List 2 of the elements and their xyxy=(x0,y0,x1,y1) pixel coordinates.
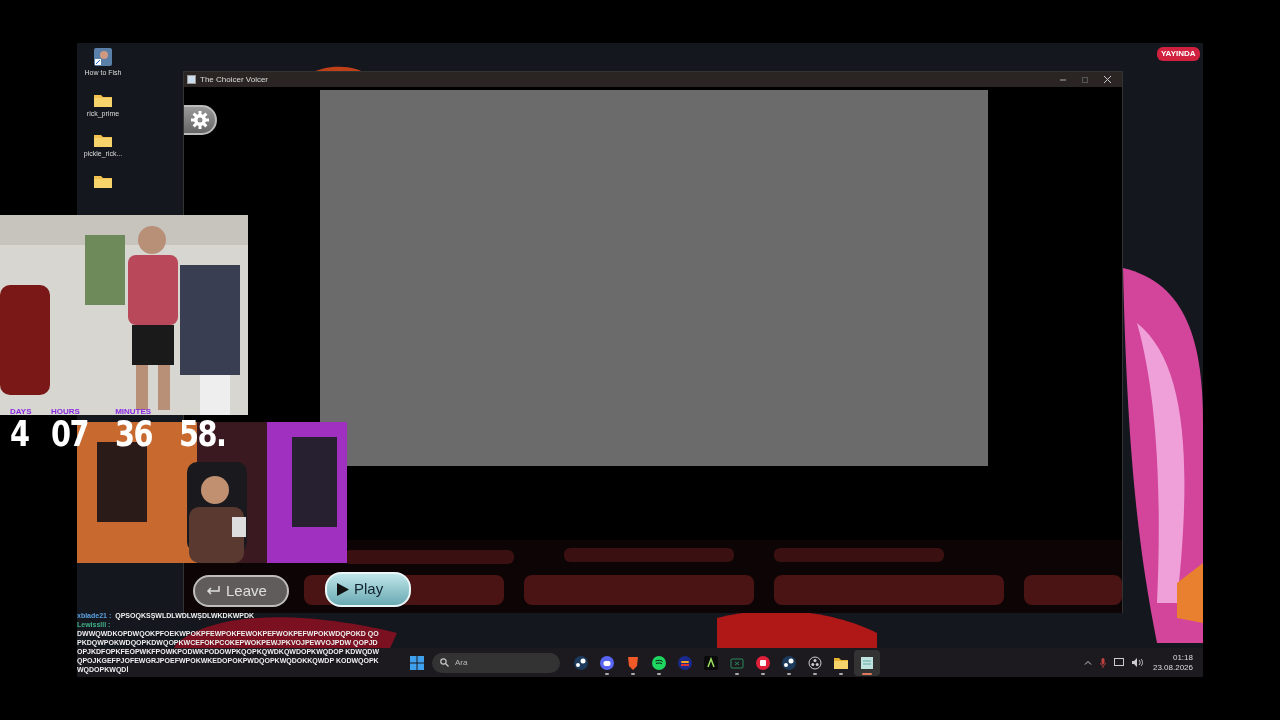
unit-label: DAYS xyxy=(10,406,32,416)
countdown-value: 4 xyxy=(10,416,29,452)
